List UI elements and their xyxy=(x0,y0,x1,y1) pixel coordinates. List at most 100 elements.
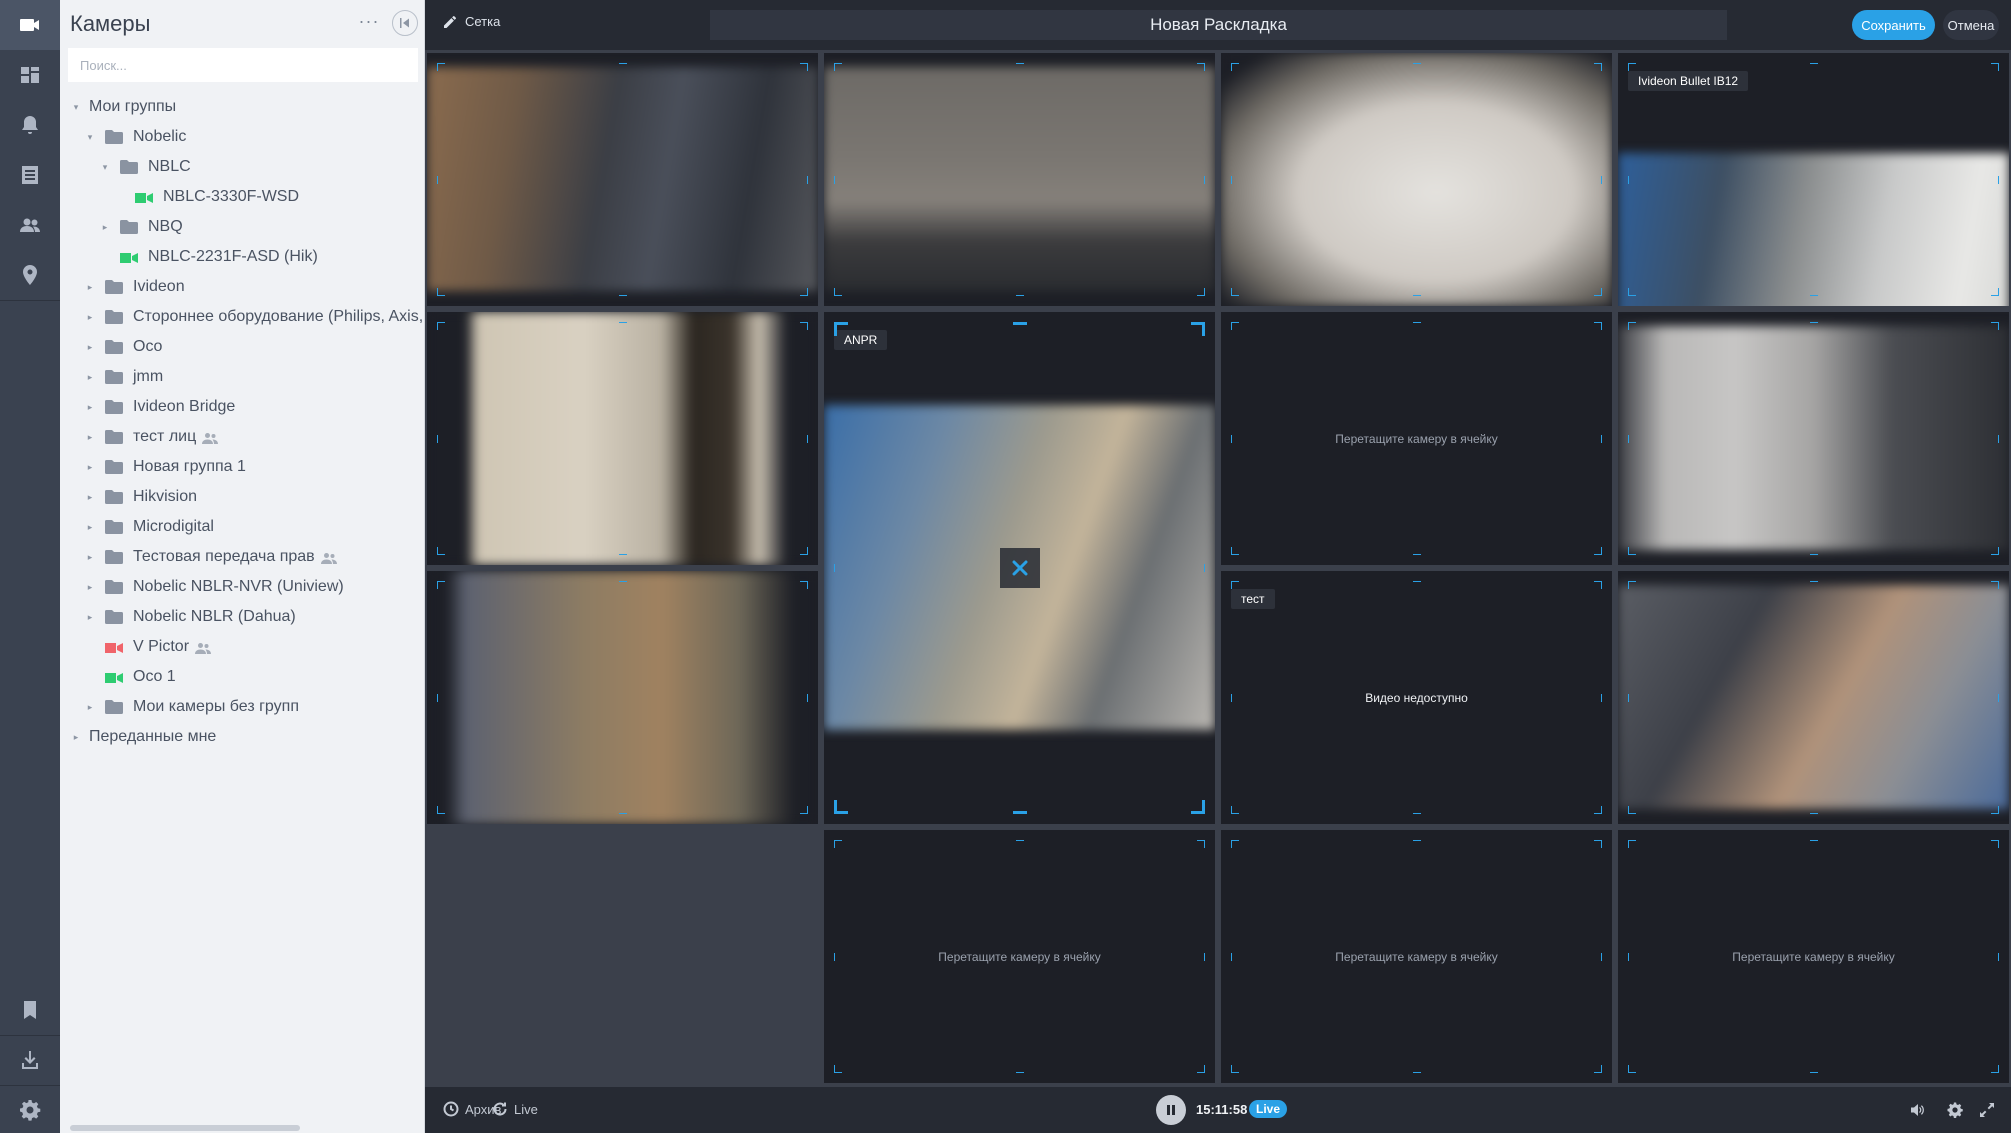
chevron-down-icon[interactable]: ▾ xyxy=(83,132,97,143)
nav-events[interactable] xyxy=(0,100,60,150)
tree-item[interactable]: ▸ Ivideon Bridge xyxy=(83,392,443,422)
tree-item[interactable]: ▾ NBLC xyxy=(98,152,458,182)
tree-item[interactable]: ▸ Nobelic NBLR-NVR (Uniview) xyxy=(83,572,443,602)
cell-edge-marker xyxy=(618,322,627,323)
unavailable-cell[interactable]: тест Видео недоступно xyxy=(1221,571,1612,824)
tree-item-label: Nobelic NBLR-NVR (Uniview) xyxy=(133,578,344,595)
cell-edge-marker xyxy=(1998,952,1999,961)
chevron-right-icon[interactable]: ▸ xyxy=(83,432,97,443)
camera-cell[interactable] xyxy=(427,312,818,565)
cancel-button[interactable]: Отмена xyxy=(1943,10,1999,40)
tree-item[interactable]: ▸ Новая группа 1 xyxy=(83,452,443,482)
tree-item[interactable]: ▸ Nobelic NBLR (Dahua) xyxy=(83,602,443,632)
empty-cell[interactable]: Перетащите камеру в ячейку xyxy=(1221,830,1612,1083)
chevron-right-icon[interactable]: ▸ xyxy=(83,702,97,713)
cell-edge-marker xyxy=(1012,322,1027,325)
empty-cell[interactable]: Перетащите камеру в ячейку xyxy=(1618,830,2009,1083)
tree-item[interactable]: ▾ Nobelic xyxy=(83,122,443,152)
camera-icon xyxy=(120,251,138,263)
empty-cell[interactable]: Перетащите камеру в ячейку xyxy=(1221,312,1612,565)
tree-item[interactable]: ▸ Переданные мне xyxy=(69,722,429,752)
nav-users[interactable] xyxy=(0,200,60,250)
tree-item[interactable]: ▸ jmm xyxy=(83,362,443,392)
nav-reports[interactable] xyxy=(0,150,60,200)
chevron-right-icon[interactable]: ▸ xyxy=(83,282,97,293)
empty-cell[interactable]: Перетащите камеру в ячейку xyxy=(824,830,1215,1083)
cell-corner-marker xyxy=(1197,288,1205,296)
cell-corner-marker xyxy=(1594,806,1602,814)
tree-item[interactable]: ▸ Ivideon xyxy=(83,272,443,302)
collapse-sidebar-button[interactable] xyxy=(392,10,418,36)
chevron-right-icon[interactable]: ▸ xyxy=(69,732,83,743)
chevron-right-icon[interactable]: ▸ xyxy=(83,312,97,323)
cell-edge-marker xyxy=(1601,693,1602,702)
rail-divider xyxy=(0,300,60,301)
chevron-right-icon[interactable]: ▸ xyxy=(83,612,97,623)
nav-layouts[interactable] xyxy=(0,50,60,100)
tree-item[interactable]: ▸ Oco xyxy=(83,332,443,362)
camera-cell[interactable] xyxy=(1618,571,2009,824)
chevron-right-icon[interactable]: ▸ xyxy=(83,582,97,593)
camera-cell[interactable] xyxy=(1618,312,2009,565)
live-button[interactable]: Live xyxy=(492,1101,538,1117)
nav-downloads[interactable] xyxy=(0,1035,60,1085)
shared-users-icon xyxy=(195,641,212,654)
settings-button[interactable] xyxy=(1946,1101,1964,1119)
camera-cell[interactable] xyxy=(824,53,1215,306)
camera-cell[interactable] xyxy=(427,571,818,824)
tree-item[interactable]: ▸ Мои камеры без групп xyxy=(83,692,443,722)
sidebar-scrollbar[interactable] xyxy=(70,1125,300,1131)
layout-name-input[interactable] xyxy=(710,10,1727,40)
nav-map[interactable] xyxy=(0,250,60,300)
tree-item[interactable]: ▸ Hikvision xyxy=(83,482,443,512)
volume-button[interactable] xyxy=(1909,1101,1927,1119)
chevron-right-icon[interactable]: ▸ xyxy=(83,462,97,473)
cell-edge-marker xyxy=(1809,1072,1818,1073)
camera-cell[interactable] xyxy=(1221,53,1612,306)
chevron-right-icon[interactable]: ▸ xyxy=(98,222,112,233)
cell-edge-marker xyxy=(618,63,627,64)
tree-item[interactable]: ▸ Microdigital xyxy=(83,512,443,542)
tree-item[interactable]: V Pictor xyxy=(83,632,443,662)
grid-edit-button[interactable]: Сетка xyxy=(443,14,500,29)
tree-item[interactable]: ▾ Мои группы xyxy=(69,92,429,122)
camera-title: Ivideon Bullet IB12 xyxy=(1628,71,1749,91)
tree-item-label: Новая группа 1 xyxy=(133,458,246,475)
tree-item-label: Oco 1 xyxy=(133,668,176,685)
cell-edge-marker xyxy=(618,813,627,814)
nav-settings[interactable] xyxy=(0,1085,60,1133)
nav-bookmarks[interactable] xyxy=(0,985,60,1035)
tree-item[interactable]: ▸ Стороннее оборудование (Philips, Axis, xyxy=(83,302,443,332)
cell-corner-marker xyxy=(1628,581,1636,589)
remove-camera-button[interactable] xyxy=(999,548,1040,588)
chevron-right-icon[interactable]: ▸ xyxy=(83,402,97,413)
tree-item-label: Стороннее оборудование (Philips, Axis, xyxy=(133,308,424,325)
chevron-down-icon[interactable]: ▾ xyxy=(98,162,112,173)
more-options-button[interactable]: ··· xyxy=(354,12,384,34)
chevron-down-icon[interactable]: ▾ xyxy=(69,102,83,113)
camera-cell[interactable]: Ivideon Bullet IB12 xyxy=(1618,53,2009,306)
chevron-right-icon[interactable]: ▸ xyxy=(83,342,97,353)
chevron-right-icon[interactable]: ▸ xyxy=(83,552,97,563)
tree-item[interactable]: ▸ NBQ xyxy=(98,212,458,242)
camera-cell[interactable] xyxy=(427,53,818,306)
tree-item[interactable]: NBLC-3330F-WSD xyxy=(113,182,473,212)
tree-item[interactable]: Oco 1 xyxy=(83,662,443,692)
tree-item-label: Hikvision xyxy=(133,488,198,505)
cell-edge-marker xyxy=(1601,175,1602,184)
chevron-right-icon[interactable]: ▸ xyxy=(83,522,97,533)
tree-item[interactable]: NBLC-2231F-ASD (Hik) xyxy=(98,242,458,272)
nav-cameras[interactable] xyxy=(0,0,60,50)
save-button[interactable]: Сохранить xyxy=(1852,10,1935,40)
live-badge[interactable]: Live xyxy=(1249,1100,1288,1118)
camera-cell[interactable]: ANPR xyxy=(824,312,1215,824)
search-input[interactable] xyxy=(68,48,418,82)
fullscreen-button[interactable] xyxy=(1978,1101,1996,1119)
chevron-right-icon[interactable]: ▸ xyxy=(83,492,97,503)
pause-button[interactable] xyxy=(1156,1095,1186,1125)
sidebar-title: Камеры xyxy=(70,11,151,36)
tree-item[interactable]: ▸ тест лиц xyxy=(83,422,443,452)
chevron-right-icon[interactable]: ▸ xyxy=(83,372,97,383)
tree-item[interactable]: ▸ Тестовая передача прав xyxy=(83,542,443,572)
folder-icon xyxy=(105,400,123,414)
